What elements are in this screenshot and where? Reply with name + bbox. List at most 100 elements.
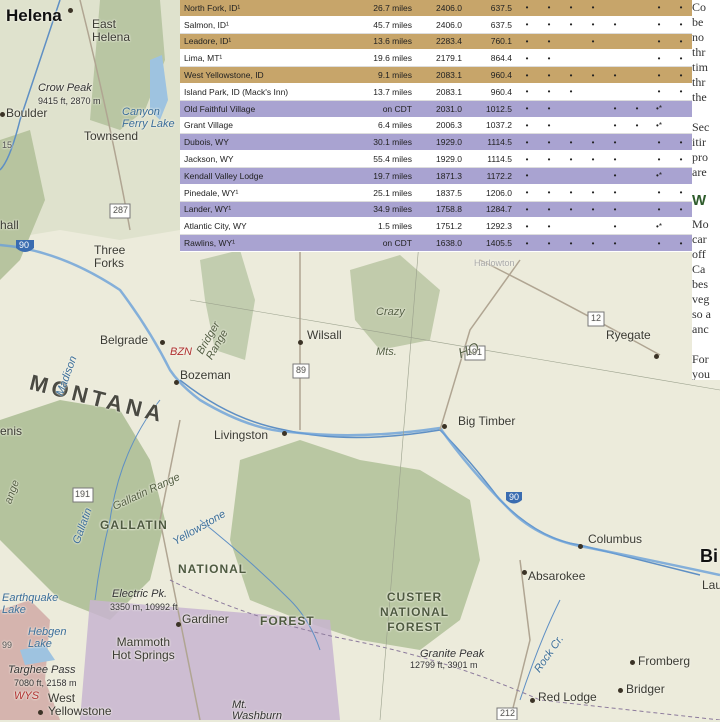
- cell-a: 2006.3: [416, 117, 466, 135]
- cell-service-0: •: [516, 201, 538, 219]
- label-big-timber: Big Timber: [458, 414, 516, 428]
- cell-name: Leadore, ID¹: [180, 33, 338, 51]
- cell-service-6: •*: [648, 217, 670, 236]
- side-text-line: pro: [692, 150, 708, 164]
- label-bi: Bi: [700, 546, 718, 566]
- cell-a: 1871.3: [416, 167, 466, 185]
- cell-name: Rawlins, WY¹: [180, 234, 338, 252]
- label-townsend: Townsend: [84, 129, 139, 143]
- cell-dist: on CDT: [338, 100, 416, 118]
- cell-service-7: •: [670, 16, 692, 34]
- cell-service-7: •: [670, 201, 692, 219]
- cell-service-2: •: [560, 66, 582, 84]
- cell-service-0: •: [516, 100, 538, 118]
- cell-service-6: •*: [648, 167, 670, 185]
- cell-service-2: •: [560, 83, 582, 101]
- cell-b: 1012.5: [466, 100, 516, 118]
- cell-service-3: [582, 167, 604, 185]
- cell-service-0: •: [516, 150, 538, 168]
- label-bzn: BZN: [170, 346, 192, 358]
- cell-name: West Yellowstone, ID: [180, 66, 338, 84]
- cell-dist: 6.4 miles: [338, 117, 416, 135]
- cell-service-5: •: [626, 100, 648, 118]
- label-gardiner: Gardiner: [182, 612, 229, 626]
- cell-service-7: [670, 117, 692, 135]
- side-text-column: Co be no thr tim thr the Sec itir pro are W Mo car of…: [692, 0, 720, 380]
- table-row: Rawlins, WY¹ on CDT 1638.0 1405.5 • • • • • • •: [180, 234, 692, 252]
- cell-name: Atlantic City, WY: [180, 217, 338, 236]
- cell-name: Lima, MT¹: [180, 49, 338, 68]
- cell-name: North Fork, ID¹: [180, 0, 338, 17]
- cell-service-1: •: [538, 201, 560, 219]
- label-crazy: Crazy: [376, 306, 405, 318]
- label-route-12: 12: [591, 313, 602, 323]
- town-dot-ryegate: [654, 354, 659, 359]
- side-text-line: so a: [692, 307, 711, 321]
- cell-service-3: •: [582, 0, 604, 17]
- cell-service-6: •: [648, 66, 670, 84]
- cell-a: 2179.1: [416, 49, 466, 68]
- side-text-line: thr: [692, 45, 706, 59]
- cell-service-7: •: [670, 33, 692, 51]
- table-row: Grant Village 6.4 miles 2006.3 1037.2 • • • • •*: [180, 117, 692, 135]
- table-row: Lima, MT¹ 19.6 miles 2179.1 864.4 • • • •: [180, 49, 692, 68]
- table-row: Old Faithful Village on CDT 2031.0 1012.5 • •…: [180, 100, 692, 118]
- cell-service-1: •: [538, 234, 560, 252]
- cell-service-3: [582, 49, 604, 68]
- table-row: Kendall Valley Lodge 19.7 miles 1871.3 1172…: [180, 167, 692, 185]
- cell-service-6: •: [648, 184, 670, 202]
- cell-a: 1929.0: [416, 133, 466, 152]
- side-text-line: the: [692, 90, 707, 104]
- cell-service-0: •: [516, 184, 538, 202]
- cell-a: 2083.1: [416, 66, 466, 84]
- cell-b: 960.4: [466, 83, 516, 101]
- cell-service-0: •: [516, 167, 538, 185]
- cell-service-5: [626, 33, 648, 51]
- label-three-forks: Three Forks: [94, 243, 126, 270]
- cell-dist: on CDT: [338, 234, 416, 252]
- town-dot-red-lodge: [530, 698, 535, 703]
- cell-dist: 34.9 miles: [338, 201, 416, 219]
- cell-dist: 13.6 miles: [338, 33, 416, 51]
- cell-b: 637.5: [466, 16, 516, 34]
- cell-service-4: [604, 33, 626, 51]
- cell-service-6: •: [648, 201, 670, 219]
- cell-service-2: [560, 100, 582, 118]
- cell-service-0: •: [516, 117, 538, 135]
- cell-service-1: •: [538, 66, 560, 84]
- label-bozeman: Bozeman: [180, 368, 231, 382]
- cell-service-3: •: [582, 66, 604, 84]
- cell-service-0: •: [516, 133, 538, 152]
- label-national: NATIONAL: [178, 562, 248, 576]
- label-targhee-elev: 7080 ft, 2158 m: [14, 678, 77, 688]
- cell-a: 1751.2: [416, 217, 466, 236]
- cell-service-6: •: [648, 33, 670, 51]
- cell-service-7: •: [670, 0, 692, 17]
- cell-service-3: •: [582, 33, 604, 51]
- cell-service-2: [560, 217, 582, 236]
- cell-a: 2406.0: [416, 16, 466, 34]
- cell-service-7: •: [670, 133, 692, 152]
- cell-service-4: •: [604, 150, 626, 168]
- cell-service-7: •: [670, 184, 692, 202]
- table-row: Jackson, WY 55.4 miles 1929.0 1114.5 • • • • • • •: [180, 150, 692, 168]
- cell-service-3: [582, 83, 604, 101]
- label-red-lodge: Red Lodge: [538, 690, 597, 704]
- cell-service-4: •: [604, 117, 626, 135]
- cell-service-5: [626, 201, 648, 219]
- cell-service-5: [626, 150, 648, 168]
- cell-dist: 30.1 miles: [338, 133, 416, 152]
- cell-name: Kendall Valley Lodge: [180, 167, 338, 185]
- cell-service-6: •*: [648, 100, 670, 118]
- side-text-line: bes: [692, 277, 708, 291]
- cell-service-5: [626, 66, 648, 84]
- town-dot-big-timber: [442, 424, 447, 429]
- cell-service-5: [626, 234, 648, 252]
- cell-dist: 19.7 miles: [338, 167, 416, 185]
- cell-service-4: •: [604, 217, 626, 236]
- label-gallatin: GALLATIN: [100, 518, 168, 532]
- table-row: Atlantic City, WY 1.5 miles 1751.2 1292.3 • •…: [180, 217, 692, 236]
- cell-name: Pinedale, WY¹: [180, 184, 338, 202]
- label-hall: hall: [0, 218, 19, 232]
- cell-service-2: [560, 167, 582, 185]
